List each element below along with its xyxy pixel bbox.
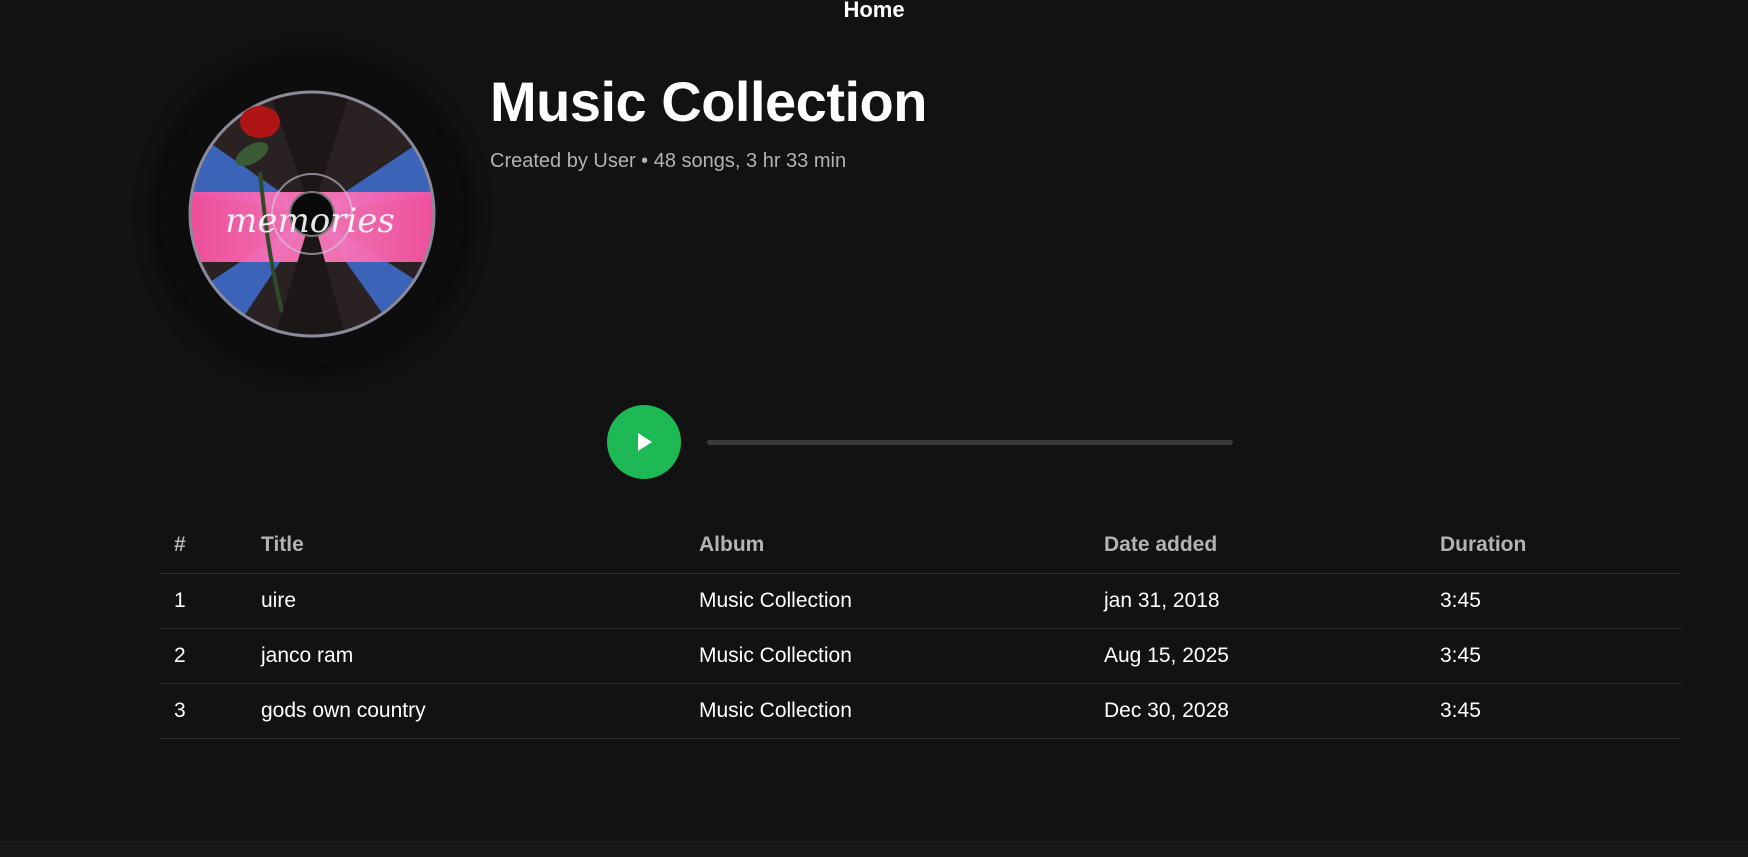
track-duration: 3:45 bbox=[1426, 573, 1681, 629]
table-header-row: # Title Album Date added Duration bbox=[160, 518, 1681, 574]
track-date-added: Aug 15, 2025 bbox=[1090, 628, 1426, 684]
page-title: Music Collection bbox=[490, 70, 927, 133]
table-row[interactable]: 1 uire Music Collection jan 31, 2018 3:4… bbox=[160, 573, 1681, 629]
playlist-meta: Created by User • 48 songs, 3 hr 33 min bbox=[490, 150, 847, 172]
playlist-cover-art: memories bbox=[160, 62, 465, 367]
play-icon bbox=[638, 433, 652, 451]
player-controls bbox=[607, 405, 1237, 479]
track-album: Music Collection bbox=[685, 683, 1090, 739]
track-date-added: Dec 30, 2028 bbox=[1090, 683, 1426, 739]
track-table: # Title Album Date added Duration 1 uire… bbox=[160, 518, 1681, 739]
play-button[interactable] bbox=[607, 405, 681, 479]
top-nav: Home bbox=[0, 0, 1748, 24]
track-duration: 3:45 bbox=[1426, 628, 1681, 684]
track-title: janco ram bbox=[247, 628, 685, 684]
track-number: 2 bbox=[160, 628, 247, 684]
track-title: uire bbox=[247, 573, 685, 629]
cover-lettering: memories bbox=[225, 201, 395, 241]
cd-disc-image: memories bbox=[160, 62, 465, 367]
column-header-duration[interactable]: Duration bbox=[1426, 518, 1681, 574]
column-header-number: # bbox=[160, 518, 247, 574]
column-header-date-added[interactable]: Date added bbox=[1090, 518, 1426, 574]
playlist-page: Home memories Music Collection Created b… bbox=[0, 0, 1748, 857]
track-duration: 3:45 bbox=[1426, 683, 1681, 739]
track-album: Music Collection bbox=[685, 573, 1090, 629]
track-number: 3 bbox=[160, 683, 247, 739]
column-header-album[interactable]: Album bbox=[685, 518, 1090, 574]
table-row[interactable]: 2 janco ram Music Collection Aug 15, 202… bbox=[160, 628, 1681, 684]
track-album: Music Collection bbox=[685, 628, 1090, 684]
progress-bar[interactable] bbox=[707, 440, 1233, 445]
track-number: 1 bbox=[160, 573, 247, 629]
playlist-header: Music Collection Created by User • 48 so… bbox=[490, 70, 927, 173]
table-row[interactable]: 3 gods own country Music Collection Dec … bbox=[160, 683, 1681, 739]
home-link[interactable]: Home bbox=[843, 0, 904, 21]
column-header-title[interactable]: Title bbox=[247, 518, 685, 574]
footer-bar bbox=[0, 841, 1748, 857]
track-date-added: jan 31, 2018 bbox=[1090, 573, 1426, 629]
track-title: gods own country bbox=[247, 683, 685, 739]
